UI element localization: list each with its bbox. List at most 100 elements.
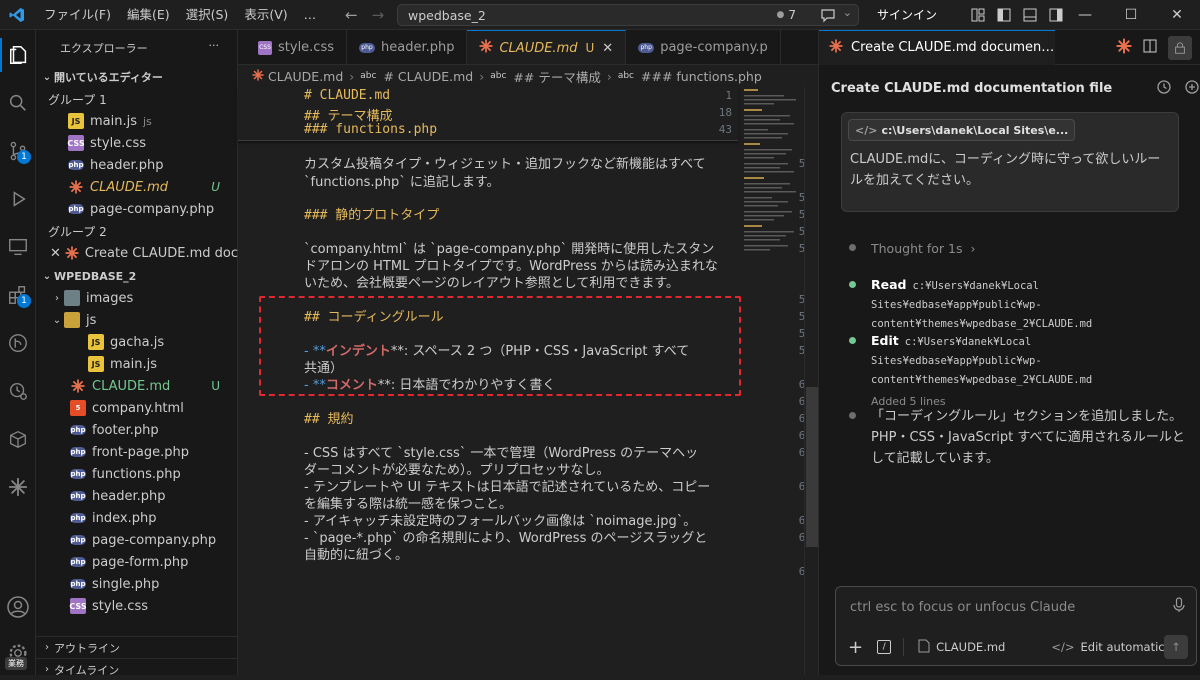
timeline-section[interactable]: › タイムライン	[36, 658, 238, 680]
open-editor-item[interactable]: ✕ Create CLAUDE.md doc...	[36, 242, 250, 264]
extensions-icon[interactable]: 1	[0, 278, 36, 312]
close-window-icon[interactable]: ✕	[1154, 0, 1200, 30]
tree-file[interactable]: php index.php	[36, 507, 238, 529]
tree-file[interactable]: php single.php	[36, 573, 238, 595]
tab-claude-md[interactable]: CLAUDE.md U ✕	[467, 30, 627, 64]
source-control-icon[interactable]: 1	[0, 134, 36, 168]
chat-icon[interactable]	[820, 7, 836, 27]
tree-file[interactable]: php page-form.php	[36, 551, 238, 573]
tab-style-css[interactable]: CSS style.css	[238, 30, 347, 64]
claude-icon[interactable]	[1116, 37, 1132, 58]
breadcrumb-file[interactable]: CLAUDE.md	[268, 69, 343, 84]
lock-icon[interactable]	[1168, 35, 1192, 60]
attached-file[interactable]: CLAUDE.md	[936, 640, 1005, 654]
account-icon[interactable]	[0, 590, 36, 624]
menu-file[interactable]: ファイル(F)	[36, 0, 119, 30]
open-editor-item[interactable]: JS main.js js	[36, 110, 238, 132]
tree-file[interactable]: php page-company.php	[36, 529, 238, 551]
tree-file[interactable]: php footer.php	[36, 419, 238, 441]
breadcrumb-symbol[interactable]: ## テーマ構成	[513, 67, 600, 86]
extensions-badge: 1	[17, 294, 31, 308]
context-file-chip[interactable]: </> c:\Users\danek\Local Sites\e...	[848, 119, 1076, 141]
symbol-string-icon: abc	[360, 71, 377, 81]
toggle-panel-icon[interactable]	[1022, 7, 1038, 23]
claude-panel: Create CLAUDE.md documen… ✕ Create CLAUD…	[818, 29, 1200, 675]
explorer-sidebar: エクスプローラー ··· ⌄ 開いているエディター グループ 1 JS main…	[36, 30, 250, 677]
tree-file[interactable]: JS gacha.js	[36, 331, 238, 353]
scrollbar-thumb[interactable]	[806, 387, 818, 547]
tab-header-php[interactable]: php header.php	[347, 30, 468, 64]
tab-label: page-company.p	[660, 40, 768, 55]
tree-file[interactable]: php functions.php	[36, 463, 238, 485]
tree-file[interactable]: JS main.js	[36, 353, 238, 375]
scm-badge: 1	[17, 150, 31, 164]
open-editor-item[interactable]: php page-company.php	[36, 198, 238, 220]
tree-file[interactable]: CLAUDE.md U	[36, 375, 238, 397]
breadcrumb-symbol[interactable]: ### functions.php	[641, 69, 762, 84]
edit-label: Edit	[871, 333, 899, 348]
sticky-heading[interactable]: # CLAUDE.md	[304, 88, 390, 103]
chevron-right-icon: ›	[479, 68, 485, 84]
tab-page-company-php[interactable]: php page-company.p	[626, 30, 781, 64]
containers-icon[interactable]	[0, 422, 36, 456]
menu-edit[interactable]: 編集(E)	[119, 0, 178, 30]
sticky-heading[interactable]: ### functions.php	[304, 122, 437, 137]
search-icon[interactable]	[0, 86, 36, 120]
breadcrumb-symbol[interactable]: # CLAUDE.md	[383, 69, 473, 84]
problems-badge[interactable]: ● 7	[777, 8, 797, 22]
prompt-input[interactable]: ctrl esc to focus or unfocus Claude + / …	[835, 586, 1197, 666]
menu-view[interactable]: 表示(V)	[236, 0, 295, 30]
forward-arrow-icon[interactable]: →	[372, 6, 385, 24]
tree-file[interactable]: php header.php	[36, 485, 238, 507]
new-chat-icon[interactable]	[1184, 79, 1200, 99]
history-icon[interactable]	[1156, 79, 1172, 99]
group1-header[interactable]: グループ 1	[36, 88, 238, 110]
sticky-scroll[interactable]: 1 18 43 # CLAUDE.md ## テーマ構成 ### functio…	[238, 87, 738, 141]
tree-file[interactable]: 5 company.html	[36, 397, 238, 419]
maximize-icon[interactable]: ☐	[1108, 0, 1154, 30]
command-center-search[interactable]: wpedbase_2 ● 7 ⌄	[397, 4, 859, 26]
microphone-icon[interactable]	[1172, 597, 1186, 617]
claude-icon[interactable]	[0, 470, 36, 504]
chevron-down-icon[interactable]: ⌄	[843, 6, 852, 19]
close-icon[interactable]: ✕	[602, 41, 613, 56]
remote-explorer-icon[interactable]	[0, 230, 36, 264]
open-editor-item[interactable]: CLAUDE.md U	[36, 176, 238, 198]
outline-section[interactable]: › アウトライン	[36, 636, 238, 658]
explorer-icon[interactable]	[0, 38, 36, 72]
tree-file[interactable]: CSS style.css	[36, 595, 238, 617]
tree-file[interactable]: php front-page.php	[36, 441, 238, 463]
open-editor-item[interactable]: CSS style.css	[36, 132, 238, 154]
menu-selection[interactable]: 選択(S)	[178, 0, 237, 30]
customize-layout-icon[interactable]	[970, 7, 986, 23]
close-icon[interactable]: ✕	[50, 246, 61, 261]
add-icon[interactable]: +	[848, 637, 863, 658]
open-editors-section[interactable]: ⌄ 開いているエディター	[36, 66, 238, 88]
group2-header[interactable]: グループ 2	[36, 220, 238, 242]
signin-button[interactable]: サインイン	[877, 0, 937, 30]
send-button[interactable]: ↑	[1164, 635, 1188, 659]
minimize-icon[interactable]: —	[1062, 0, 1108, 30]
project-section[interactable]: ⌄ WPEDBASE_2	[36, 265, 238, 287]
git-graph-icon[interactable]	[0, 326, 36, 360]
edit-step[interactable]: Edit c:¥Users¥danek¥Local Sites¥edbase¥ap…	[871, 332, 1200, 411]
vscode-logo-icon	[6, 0, 28, 30]
back-arrow-icon[interactable]: ←	[345, 6, 358, 24]
text-editor[interactable]: 51 52 53 54 55 56 57 58 59 60 61 62 63 6…	[238, 87, 818, 675]
editor-scrollbar[interactable]	[804, 87, 818, 675]
open-editor-item[interactable]: php header.php	[36, 154, 238, 176]
menu-more[interactable]: …	[296, 0, 325, 30]
tab-claude-session[interactable]: Create CLAUDE.md documen… ✕	[819, 29, 1055, 65]
slash-command-icon[interactable]: /	[877, 640, 892, 654]
minimap[interactable]	[742, 87, 804, 267]
thought-step[interactable]: Thought for 1s ›	[871, 240, 1200, 258]
chevron-right-icon: ›	[45, 664, 49, 675]
tree-folder[interactable]: ⌄ js	[36, 309, 238, 331]
tree-folder[interactable]: › images	[36, 287, 238, 309]
split-editor-icon[interactable]	[1142, 38, 1158, 58]
more-actions-icon[interactable]: ···	[209, 39, 220, 52]
run-debug-icon[interactable]	[0, 182, 36, 216]
read-step[interactable]: Read c:¥Users¥danek¥Local Sites¥edbase¥ap…	[871, 276, 1200, 333]
toggle-sidebar-icon[interactable]	[996, 7, 1012, 23]
timeline-history-icon[interactable]	[0, 374, 36, 408]
